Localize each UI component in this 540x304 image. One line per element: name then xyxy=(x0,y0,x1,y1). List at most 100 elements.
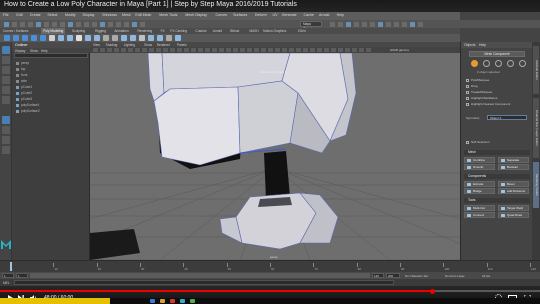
viewport-tool-icon[interactable] xyxy=(163,48,168,52)
shelf-tab-motion-graphics[interactable]: Motion Graphics xyxy=(263,29,286,33)
outliner-search-input[interactable] xyxy=(14,53,88,58)
single-view-icon[interactable] xyxy=(2,116,10,124)
outliner-menu-show[interactable]: Show xyxy=(30,49,38,53)
move-tool-icon[interactable] xyxy=(2,76,10,84)
status-tool-icon[interactable] xyxy=(60,21,65,27)
status-tool-icon[interactable] xyxy=(132,21,137,27)
viewport-tool-icon[interactable] xyxy=(233,48,238,52)
menu-deform[interactable]: Deform xyxy=(255,13,267,17)
status-tool-icon[interactable] xyxy=(20,21,25,27)
viewport-tool-icon[interactable] xyxy=(149,48,154,52)
status-tool-icon[interactable] xyxy=(68,21,73,27)
status-tool-icon[interactable] xyxy=(338,21,343,27)
shelf-tool-icon[interactable] xyxy=(175,35,181,41)
shelf-tab-xgen[interactable]: XGen xyxy=(298,29,306,33)
scale-tool-icon[interactable] xyxy=(2,96,10,104)
separate-button[interactable]: Separate xyxy=(498,157,529,163)
outliner-item[interactable]: persp xyxy=(16,61,29,66)
viewport-menu-panels[interactable]: Panels xyxy=(177,43,187,47)
extrude-button[interactable]: Extrude xyxy=(464,181,495,187)
shelf-tool-icon[interactable] xyxy=(22,35,28,41)
bridge-button[interactable]: Bridge xyxy=(464,188,495,194)
menu-edit[interactable]: Edit xyxy=(16,13,22,17)
shelf-tab-arnold[interactable]: Arnold xyxy=(213,29,222,33)
viewport-tool-icon[interactable] xyxy=(177,48,182,52)
viewport-tool-icon[interactable] xyxy=(128,48,133,52)
status-tool-icon[interactable] xyxy=(116,21,121,27)
viewport-tool-icon[interactable] xyxy=(205,48,210,52)
outliner-layout-icon[interactable] xyxy=(2,146,10,154)
status-tool-icon[interactable] xyxy=(4,21,9,27)
viewport-tool-icon[interactable] xyxy=(191,48,196,52)
soft-selection-toggle[interactable]: Soft Selection xyxy=(466,140,490,144)
status-tool-icon[interactable] xyxy=(100,21,105,27)
combine-button[interactable]: Combine xyxy=(464,157,495,163)
add-divisions-button[interactable]: Add Divisions xyxy=(498,188,529,194)
shelf-tool-icon[interactable] xyxy=(49,35,55,41)
viewport-tool-icon[interactable] xyxy=(219,48,224,52)
menu-create[interactable]: Create xyxy=(30,13,41,17)
viewport-tool-icon[interactable] xyxy=(275,48,280,52)
viewport-tool-icon[interactable] xyxy=(317,48,322,52)
menu-uv[interactable]: UV xyxy=(273,13,278,17)
smooth-button[interactable]: Smooth xyxy=(464,164,495,170)
status-tool-icon[interactable] xyxy=(354,21,359,27)
viewport-tool-icon[interactable] xyxy=(310,48,315,52)
viewport-tool-icon[interactable] xyxy=(261,48,266,52)
shelf-tool-icon[interactable] xyxy=(4,35,10,41)
shelf-tool-icon[interactable] xyxy=(166,35,172,41)
menu-windows[interactable]: Windows xyxy=(102,13,117,17)
status-tool-icon[interactable] xyxy=(378,21,383,27)
shelf-tool-icon[interactable] xyxy=(103,35,109,41)
viewport-tool-icon[interactable] xyxy=(247,48,252,52)
shelf-tool-icon[interactable] xyxy=(112,35,118,41)
anim-layer-dropdown[interactable]: No Anim Layer xyxy=(445,274,465,278)
viewport-tool-icon[interactable] xyxy=(100,48,105,52)
end-frame-field[interactable]: 200 xyxy=(386,273,400,278)
symmetry-dropdown[interactable]: Object X xyxy=(487,115,527,120)
fps-dropdown[interactable]: 24 fps xyxy=(482,274,490,278)
viewport-tool-icon[interactable] xyxy=(212,48,217,52)
menu-select[interactable]: Select xyxy=(47,13,57,17)
shelf-tool-icon[interactable] xyxy=(40,35,46,41)
viewport-menu-show[interactable]: Show xyxy=(144,43,152,47)
viewport-tool-icon[interactable] xyxy=(121,48,126,52)
viewport-menu-renderer[interactable]: Renderer xyxy=(157,43,170,47)
viewport-tool-icon[interactable] xyxy=(366,48,371,52)
outliner-menu-display[interactable]: Display xyxy=(15,49,25,53)
taskbar-app2-icon[interactable] xyxy=(190,299,195,303)
object-mode-icon[interactable] xyxy=(471,60,478,67)
shelf-tab-custom[interactable]: Custom xyxy=(195,29,206,33)
taskbar-app-icon[interactable] xyxy=(150,299,155,303)
toolkit-tab-objects[interactable]: Objects xyxy=(464,43,476,47)
status-tool-icon[interactable] xyxy=(52,21,57,27)
status-tool-icon[interactable] xyxy=(402,21,407,27)
viewport-menu-shading[interactable]: Shading xyxy=(106,43,118,47)
menu-mesh[interactable]: Mesh xyxy=(122,13,131,17)
toolkit-tab-help[interactable]: Help xyxy=(479,43,486,47)
viewport-tool-icon[interactable] xyxy=(338,48,343,52)
edge-mode-icon[interactable] xyxy=(495,60,502,67)
outliner-item[interactable]: polySurface1 xyxy=(16,103,40,108)
taskbar-folder-icon[interactable] xyxy=(160,299,165,303)
shelf-tab-fx[interactable]: FX xyxy=(161,29,165,33)
status-tool-icon[interactable] xyxy=(362,21,367,27)
shelf-tool-icon[interactable] xyxy=(157,35,163,41)
option-tweak-marquee[interactable]: Tweak/Marquee xyxy=(466,90,492,94)
quad-draw-button[interactable]: Quad Draw xyxy=(498,212,529,218)
status-tool-icon[interactable] xyxy=(418,21,423,27)
shelf-tool-icon[interactable] xyxy=(58,35,64,41)
face-mode-icon[interactable] xyxy=(507,60,514,67)
tab-modeling-toolkit[interactable]: Modeling Toolkit xyxy=(533,162,539,208)
viewport-tool-icon[interactable] xyxy=(303,48,308,52)
shelf-tool-icon[interactable] xyxy=(76,35,82,41)
lasso-tool-icon[interactable] xyxy=(2,56,10,64)
menu-mesh-tools[interactable]: Mesh Tools xyxy=(159,13,177,17)
shelf-tool-icon[interactable] xyxy=(121,35,127,41)
status-tool-icon[interactable] xyxy=(140,21,145,27)
option-pick-marquee[interactable]: Pick/Marquee xyxy=(466,78,489,82)
viewport-tool-icon[interactable] xyxy=(240,48,245,52)
section-mesh[interactable]: Mesh xyxy=(464,150,530,155)
menu-help[interactable]: Help xyxy=(337,13,344,17)
viewport-tool-icon[interactable] xyxy=(282,48,287,52)
